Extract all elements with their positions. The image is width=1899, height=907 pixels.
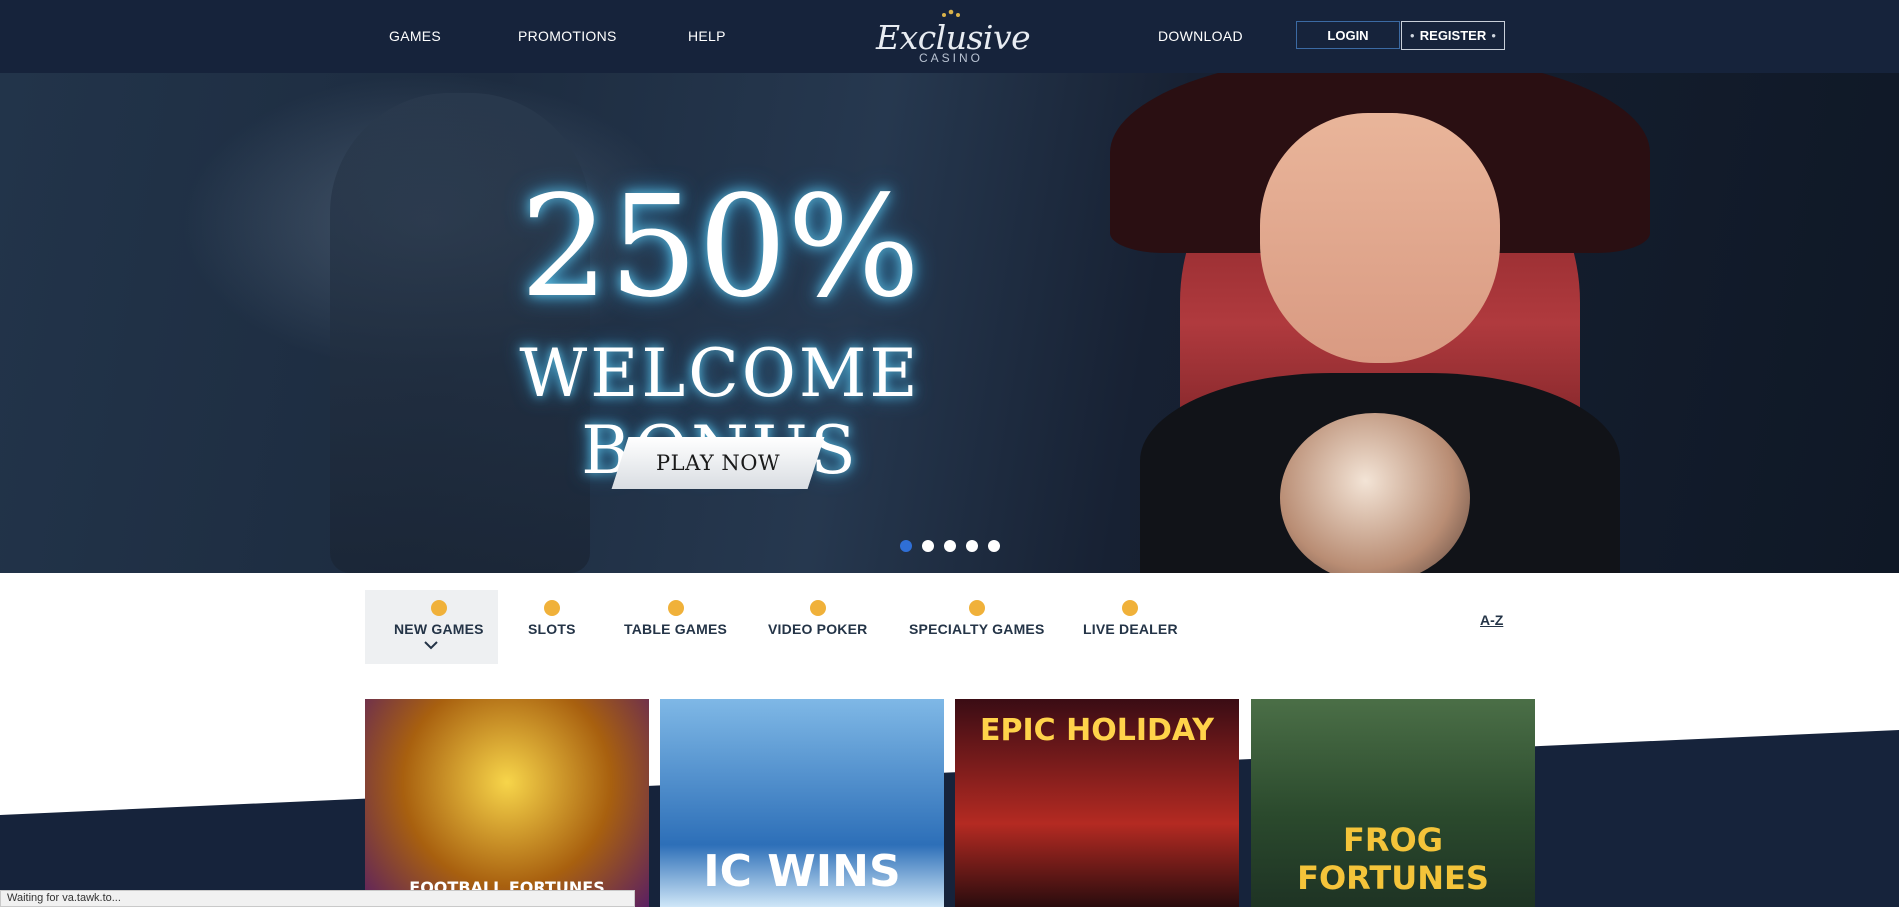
new-games-icon (430, 600, 447, 616)
hero-witch-illustration (1100, 73, 1660, 573)
nav-download[interactable]: DOWNLOAD (1158, 28, 1243, 44)
play-now-button[interactable]: PLAY NOW (611, 437, 825, 489)
play-now-label: PLAY NOW (655, 451, 781, 475)
bullet-icon: ● (1491, 31, 1497, 40)
tab-new-games[interactable]: NEW GAMES (394, 600, 484, 637)
carousel-dot-3[interactable] (944, 540, 956, 552)
tab-video-poker[interactable]: VIDEO POKER (768, 600, 867, 637)
game-tile-epic-holiday[interactable]: EPIC HOLIDAY (955, 699, 1239, 907)
tab-live-dealer[interactable]: LIVE DEALER (1083, 600, 1178, 637)
carousel-dot-1[interactable] (900, 540, 912, 552)
nav-games[interactable]: GAMES (389, 28, 441, 44)
register-button[interactable]: ● REGISTER ● (1401, 21, 1505, 50)
site-logo[interactable]: Exclusive CASINO (876, 8, 1031, 66)
table-games-icon (667, 600, 684, 616)
carousel-dot-5[interactable] (988, 540, 1000, 552)
carousel-dots (900, 540, 1000, 552)
game-title: EPIC HOLIDAY (980, 713, 1214, 748)
live-dealer-icon (1122, 600, 1139, 616)
specialty-games-icon (968, 600, 985, 616)
bullet-icon: ● (1409, 31, 1415, 40)
tab-table-games[interactable]: TABLE GAMES (624, 600, 727, 637)
section-background-wedge (0, 730, 1899, 907)
game-tile-ic-wins[interactable]: IC WINS (660, 699, 944, 907)
register-label: REGISTER (1419, 28, 1487, 43)
slots-icon (543, 600, 560, 616)
a-z-link[interactable]: A-Z (1480, 612, 1503, 628)
crystal-ball-image (1280, 413, 1470, 573)
game-title: IC WINS (703, 846, 901, 897)
carousel-dot-2[interactable] (922, 540, 934, 552)
browser-status-bar: Waiting for va.tawk.to... (0, 890, 635, 907)
hero-background-tree (330, 93, 590, 573)
video-poker-icon (809, 600, 826, 616)
crown-icon (942, 9, 960, 17)
hero-title: 250% (519, 166, 921, 329)
nav-help[interactable]: HELP (688, 28, 726, 44)
logo-subtitle: CASINO (918, 51, 983, 65)
game-title: FROG FORTUNES (1297, 821, 1489, 897)
chevron-down-icon (424, 641, 438, 650)
hero-banner[interactable]: 250% WELCOME BONUS PLAY NOW (0, 73, 1899, 573)
game-tile-football-fortunes[interactable]: FOOTBALL FORTUNES (365, 699, 649, 907)
tab-specialty-games[interactable]: SPECIALTY GAMES (909, 600, 1045, 637)
nav-promotions[interactable]: PROMOTIONS (518, 28, 617, 44)
carousel-dot-4[interactable] (966, 540, 978, 552)
tab-slots[interactable]: SLOTS (528, 600, 576, 637)
login-button[interactable]: LOGIN (1296, 21, 1400, 49)
top-navbar: GAMES PROMOTIONS HELP Exclusive CASINO D… (0, 0, 1899, 73)
game-tile-frog-fortunes[interactable]: FROG FORTUNES (1251, 699, 1535, 907)
